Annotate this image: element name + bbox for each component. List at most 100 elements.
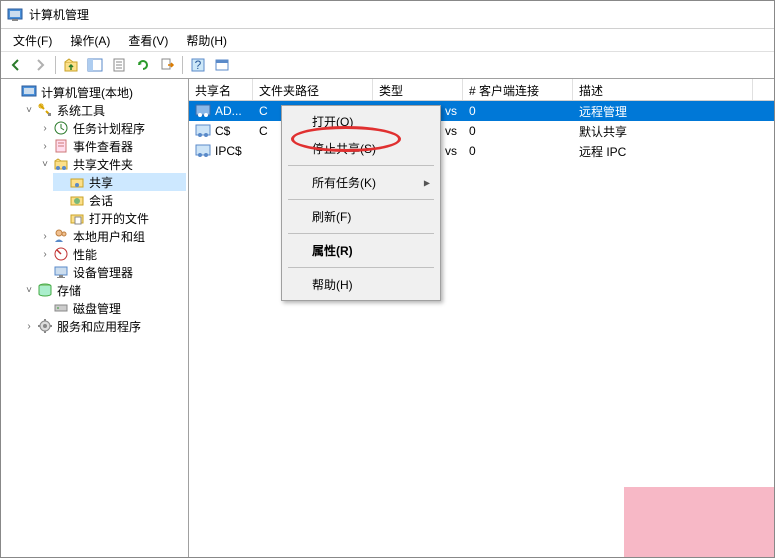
list-pane: 共享名 文件夹路径 类型 # 客户端连接 描述 AD... C vs 0 远程管… [189,79,774,557]
tree-sessions[interactable]: 会话 [53,191,186,209]
tree-label: 任务计划程序 [73,120,145,137]
context-all-tasks[interactable]: 所有任务(K) [284,169,438,196]
col-clients[interactable]: # 客户端连接 [463,79,573,100]
tree-performance[interactable]: › 性能 [37,245,186,263]
context-separator [288,199,434,200]
tree-root[interactable]: 计算机管理(本地) [5,83,186,101]
context-separator [288,165,434,166]
list-header: 共享名 文件夹路径 类型 # 客户端连接 描述 [189,79,774,101]
expand-icon: › [39,230,51,242]
tree-device-manager[interactable]: 设备管理器 [37,263,186,281]
tree-label: 磁盘管理 [73,300,121,317]
up-button[interactable] [60,54,82,76]
shares-icon [69,174,85,190]
tree-services-apps[interactable]: › 服务和应用程序 [21,317,186,335]
context-refresh[interactable]: 刷新(F) [284,203,438,230]
open-files-icon [69,210,85,226]
back-button[interactable] [5,54,27,76]
export-button[interactable] [156,54,178,76]
toolbar-separator [55,56,56,74]
expand-icon: › [39,140,51,152]
main-area: 计算机管理(本地) ˅ 系统工具 › 任务计划程序 [1,79,774,557]
tree-local-users[interactable]: › 本地用户和组 [37,227,186,245]
col-type[interactable]: 类型 [373,79,463,100]
col-share-name[interactable]: 共享名 [189,79,253,100]
menu-view[interactable]: 查看(V) [120,30,176,51]
share-icon [195,144,211,158]
tree-system-tools[interactable]: ˅ 系统工具 [21,101,186,119]
collapse-icon: ˅ [39,158,51,170]
tree-disk-mgmt[interactable]: 磁盘管理 [37,299,186,317]
menu-action[interactable]: 操作(A) [62,30,118,51]
users-icon [53,228,69,244]
shared-folder-icon [53,156,69,172]
tree-label: 共享 [89,174,113,191]
expand-icon: › [39,122,51,134]
tree-task-scheduler[interactable]: › 任务计划程序 [37,119,186,137]
collapse-icon: ˅ [23,104,35,116]
context-open[interactable]: 打开(O) [284,108,438,135]
table-row[interactable]: AD... C vs 0 远程管理 [189,101,774,121]
computer-icon [21,84,37,100]
cell-desc: 远程管理 [573,101,753,122]
context-stop-sharing[interactable]: 停止共享(S) [284,135,438,162]
forward-button[interactable] [29,54,51,76]
cell-share-name: C$ [189,122,253,140]
help-button[interactable]: ? [187,54,209,76]
expand-icon [7,86,19,98]
tree-label: 系统工具 [57,102,105,119]
tree-event-viewer[interactable]: › 事件查看器 [37,137,186,155]
tools-icon [37,102,53,118]
tree-label: 本地用户和组 [73,228,145,245]
refresh-button[interactable] [132,54,154,76]
titlebar: 计算机管理 [1,1,774,29]
overlay-rectangle [624,487,774,557]
cell-text: C$ [215,124,230,138]
performance-icon [53,246,69,262]
tree-pane: 计算机管理(本地) ˅ 系统工具 › 任务计划程序 [1,79,189,557]
storage-icon [37,282,53,298]
cell-desc: 远程 IPC [573,141,753,162]
context-separator [288,233,434,234]
table-row[interactable]: C$ C vs 0 默认共享 [189,121,774,141]
tree-label: 存储 [57,282,81,299]
menubar: 文件(F) 操作(A) 查看(V) 帮助(H) [1,29,774,51]
toolbar-separator [182,56,183,74]
col-description[interactable]: 描述 [573,79,753,100]
tree-label: 打开的文件 [89,210,149,227]
services-icon [37,318,53,334]
cell-clients: 0 [463,142,573,160]
tree-shared-folders[interactable]: ˅ 共享文件夹 [37,155,186,173]
toolbar: ? [1,51,774,79]
col-folder-path[interactable]: 文件夹路径 [253,79,373,100]
context-help[interactable]: 帮助(H) [284,271,438,298]
cell-text: AD... [215,104,242,118]
list-body: AD... C vs 0 远程管理 C$ C vs 0 默认共享 [189,101,774,161]
tree-open-files[interactable]: 打开的文件 [53,209,186,227]
tree-label: 设备管理器 [73,264,133,281]
svg-text:?: ? [195,58,202,72]
tree-shares[interactable]: 共享 [53,173,186,191]
tree-storage[interactable]: ˅ 存储 [21,281,186,299]
context-properties[interactable]: 属性(R) [284,237,438,264]
show-hide-tree-button[interactable] [84,54,106,76]
clock-icon [53,120,69,136]
menu-file[interactable]: 文件(F) [5,30,60,51]
device-icon [53,264,69,280]
cell-text: IPC$ [215,144,242,158]
share-icon [195,104,211,118]
expand-icon: › [23,320,35,332]
cell-share-name: IPC$ [189,142,253,160]
leaf-icon [55,194,67,206]
tree-label: 服务和应用程序 [57,318,141,335]
tree-label: 会话 [89,192,113,209]
context-menu: 打开(O) 停止共享(S) 所有任务(K) 刷新(F) 属性(R) 帮助(H) [281,105,441,301]
table-row[interactable]: IPC$ vs 0 远程 IPC [189,141,774,161]
tree-label: 共享文件夹 [73,156,133,173]
app-icon [7,7,23,23]
cell-share-name: AD... [189,102,253,120]
window-title: 计算机管理 [29,6,89,23]
properties-button[interactable] [108,54,130,76]
new-share-button[interactable] [211,54,233,76]
menu-help[interactable]: 帮助(H) [178,30,235,51]
